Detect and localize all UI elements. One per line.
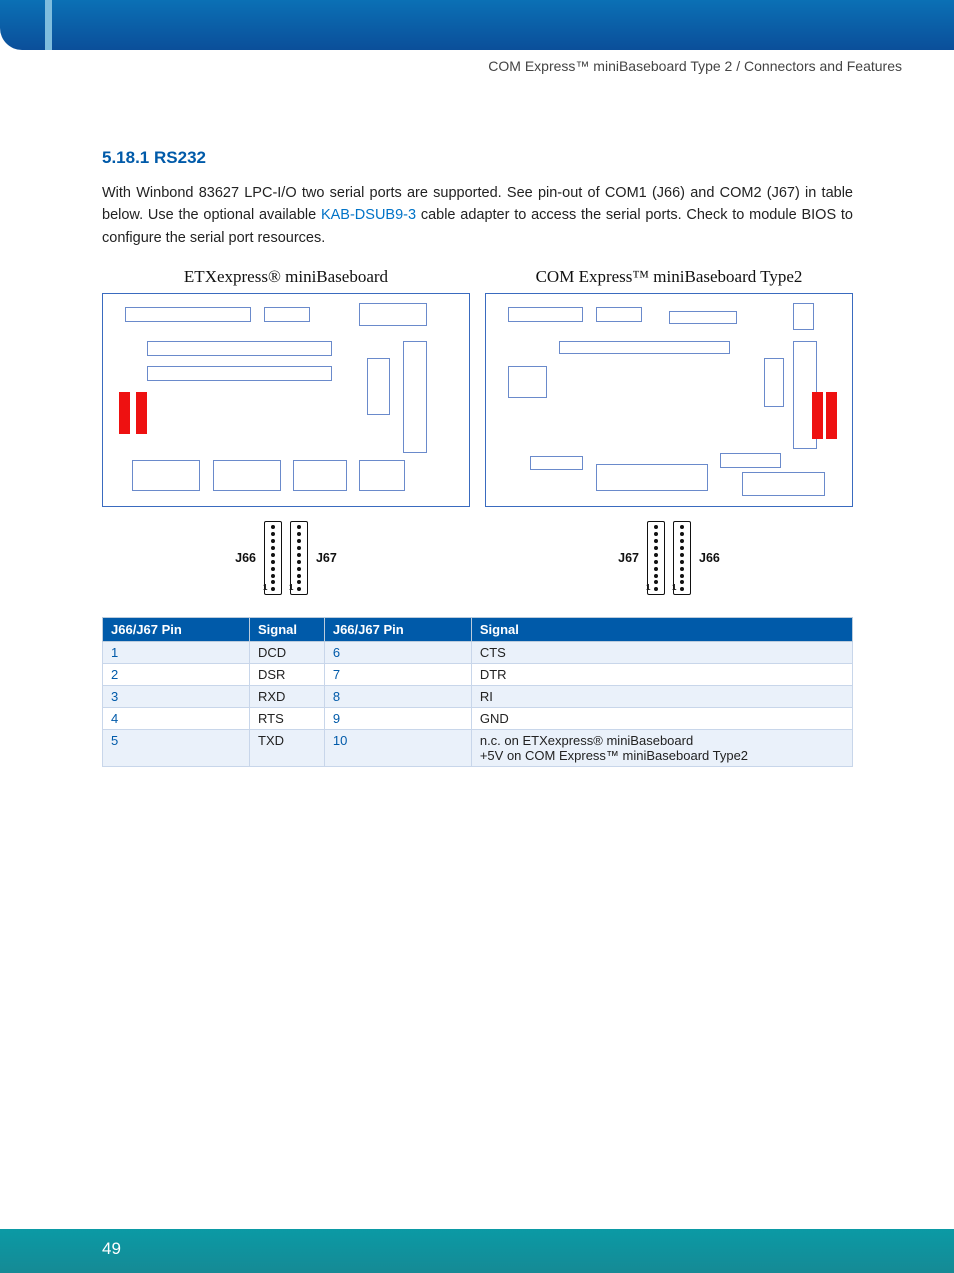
signal-cell: RXD: [250, 686, 325, 708]
signal-cell: GND: [471, 708, 852, 730]
conn-label-j67: J67: [618, 551, 639, 565]
table-header: Signal: [471, 618, 852, 642]
pin-cell: 7: [324, 664, 471, 686]
signal-cell: DTR: [471, 664, 852, 686]
connector-icon: 1: [290, 521, 308, 595]
table-row: 2DSR7DTR: [103, 664, 853, 686]
conn-label-j67: J67: [316, 551, 337, 565]
pin-cell: 10: [324, 730, 471, 767]
conn-label-j66: J66: [699, 551, 720, 565]
table-header: J66/J67 Pin: [324, 618, 471, 642]
pinout-table: J66/J67 Pin Signal J66/J67 Pin Signal 1D…: [102, 617, 853, 767]
signal-cell: RI: [471, 686, 852, 708]
section-heading: 5.18.1 RS232: [102, 148, 853, 168]
pin-cell: 9: [324, 708, 471, 730]
signal-cell: n.c. on ETXexpress® miniBaseboard+5V on …: [471, 730, 852, 767]
conn-label-j66: J66: [235, 551, 256, 565]
connector-icon: 1: [673, 521, 691, 595]
section-number: 5.18.1: [102, 148, 149, 167]
table-row: 3RXD8RI: [103, 686, 853, 708]
diagram-left: ETXexpress® miniBaseboard: [102, 267, 470, 595]
diagram-right-title: COM Express™ miniBaseboard Type2: [485, 267, 853, 287]
table-row: 4RTS9GND: [103, 708, 853, 730]
table-header: J66/J67 Pin: [103, 618, 250, 642]
footer-bar: 49: [0, 1229, 954, 1273]
section-title: RS232: [154, 148, 206, 167]
connector-row-left: J66 1 1 J67: [102, 521, 470, 595]
pin-cell: 2: [103, 664, 250, 686]
breadcrumb: COM Express™ miniBaseboard Type 2 / Conn…: [488, 58, 902, 74]
signal-cell: RTS: [250, 708, 325, 730]
pin-cell: 3: [103, 686, 250, 708]
pin-cell: 5: [103, 730, 250, 767]
body-paragraph: With Winbond 83627 LPC-I/O two serial po…: [102, 182, 853, 249]
board-outline-left: [102, 293, 470, 507]
link-kab-dsub9-3[interactable]: KAB-DSUB9-3: [321, 207, 416, 223]
pin-cell: 4: [103, 708, 250, 730]
diagram-row: ETXexpress® miniBaseboard: [102, 267, 853, 595]
signal-cell: DSR: [250, 664, 325, 686]
diagram-left-title: ETXexpress® miniBaseboard: [102, 267, 470, 287]
board-outline-right: [485, 293, 853, 507]
signal-cell: DCD: [250, 642, 325, 664]
connector-icon: 1: [647, 521, 665, 595]
table-row: 1DCD6CTS: [103, 642, 853, 664]
page-number: 49: [102, 1239, 121, 1259]
pin-cell: 1: [103, 642, 250, 664]
table-row: 5TXD10n.c. on ETXexpress® miniBaseboard+…: [103, 730, 853, 767]
signal-cell: TXD: [250, 730, 325, 767]
connector-icon: 1: [264, 521, 282, 595]
header-bar: [0, 0, 954, 50]
pin-cell: 6: [324, 642, 471, 664]
table-header: Signal: [250, 618, 325, 642]
signal-cell: CTS: [471, 642, 852, 664]
diagram-right: COM Express™ miniBaseboard Type2: [485, 267, 853, 595]
connector-row-right: J67 1 1 J66: [485, 521, 853, 595]
pin-cell: 8: [324, 686, 471, 708]
